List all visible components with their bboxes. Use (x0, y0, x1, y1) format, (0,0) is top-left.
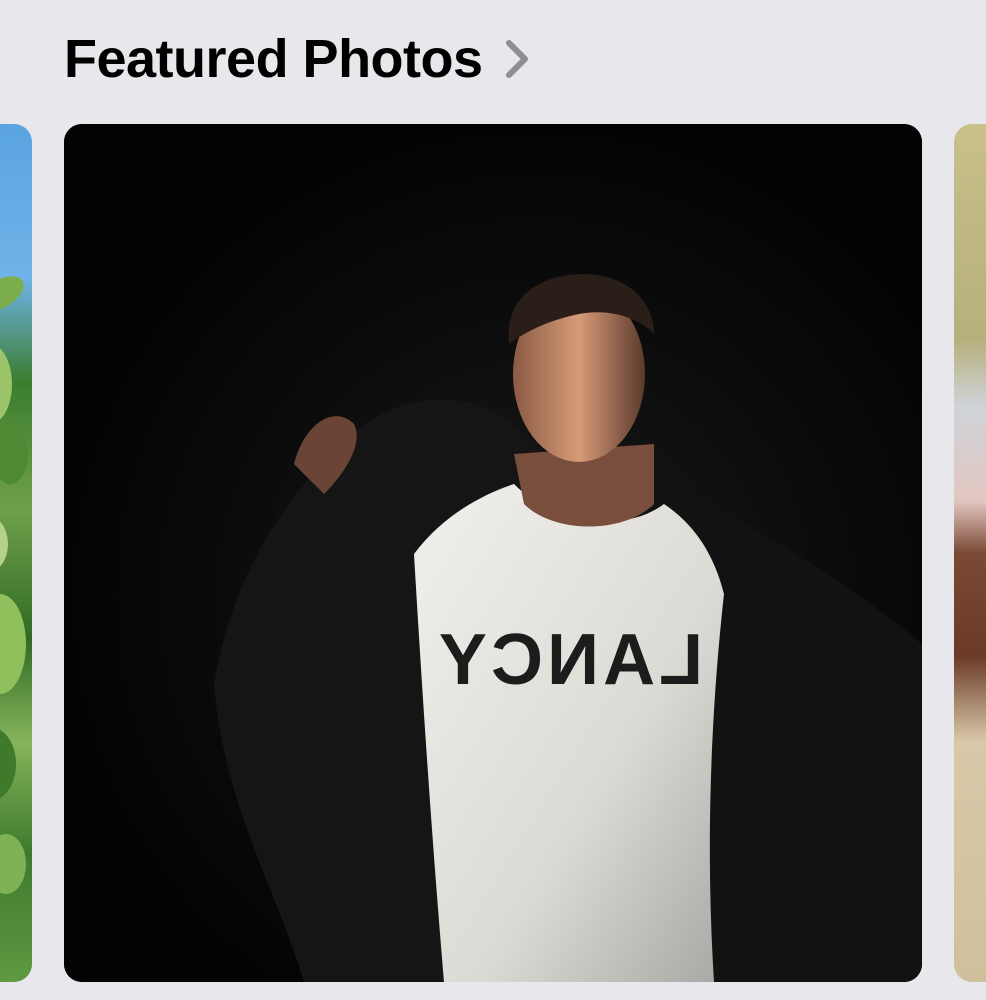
featured-photo-card-previous[interactable] (0, 124, 32, 982)
shirt-lettering: LANCY (435, 620, 703, 700)
chevron-right-icon[interactable] (503, 37, 531, 81)
leaf-pattern (0, 276, 28, 894)
section-title: Featured Photos (64, 29, 483, 89)
performer-photo: LANCY (64, 124, 922, 982)
featured-photos-carousel[interactable]: LANCY (0, 124, 986, 984)
featured-photo-card-current[interactable]: LANCY (64, 124, 922, 982)
featured-photos-header[interactable]: Featured Photos (64, 28, 531, 90)
featured-photo-card-next[interactable] (954, 124, 986, 982)
